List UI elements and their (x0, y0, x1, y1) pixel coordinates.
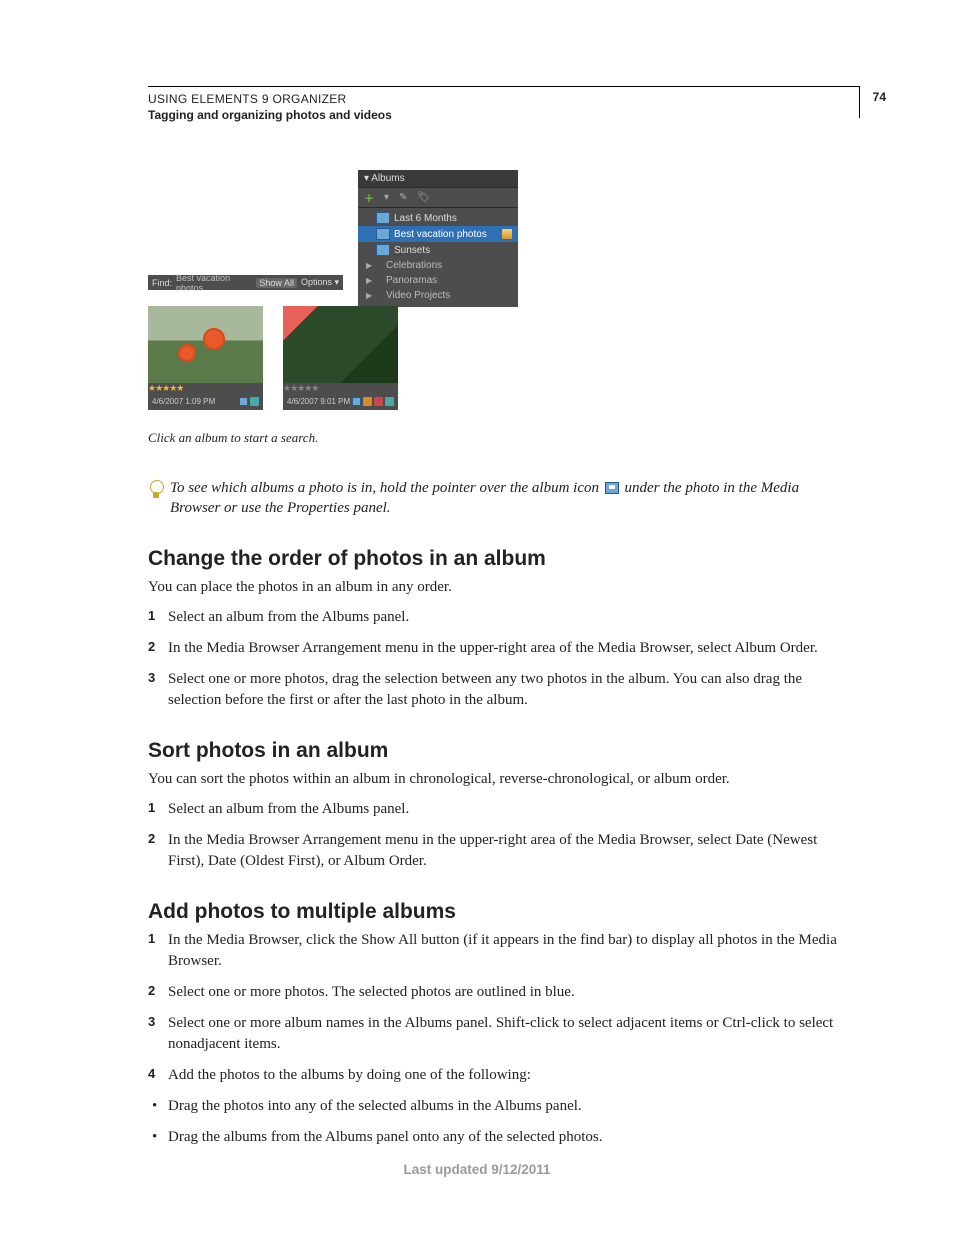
album-item: ▶ Panoramas (358, 273, 518, 288)
find-value: Best vacation photos (176, 273, 252, 293)
chevron-right-icon: ▶ (366, 276, 372, 285)
bullet-list: Drag the photos into any of the selected… (148, 1096, 850, 1148)
album-label: Last 6 Months (394, 213, 457, 224)
thumbnail: ★★★★★ 4/6/2007 1:09 PM (148, 306, 263, 410)
step: In the Media Browser Arrangement menu in… (148, 638, 850, 659)
section-heading: Change the order of photos in an album (148, 547, 850, 571)
step: In the Media Browser, click the Show All… (148, 930, 850, 972)
albums-panel: ▾ Albums ＋ ▾ ✎ 🏷 Last 6 Months Best vaca… (358, 170, 518, 307)
album-item: Last 6 Months (358, 210, 518, 226)
tip: To see which albums a photo is in, hold … (148, 478, 850, 519)
bullet: Drag the photos into any of the selected… (148, 1096, 850, 1117)
album-item: Sunsets (358, 242, 518, 258)
thumbnail-date: 4/6/2007 1:09 PM (152, 397, 215, 406)
album-icon (376, 244, 390, 256)
albums-toolbar: ＋ ▾ ✎ 🏷 (358, 188, 518, 208)
chevron-right-icon: ▶ (366, 261, 372, 270)
chevron-right-icon: ▶ (366, 291, 372, 300)
header-title: USING ELEMENTS 9 ORGANIZER (148, 92, 850, 106)
album-label: Panoramas (386, 275, 437, 286)
step: Select an album from the Albums panel. (148, 607, 850, 628)
album-label: Best vacation photos (394, 229, 487, 240)
album-icon (376, 212, 390, 224)
figure: ▾ Albums ＋ ▾ ✎ 🏷 Last 6 Months Best vaca… (148, 170, 518, 446)
albums-panel-head: ▾ Albums (358, 170, 518, 188)
tag-icon (250, 397, 259, 406)
step: Add the photos to the albums by doing on… (148, 1065, 850, 1086)
steps-list: Select an album from the Albums panel. I… (148, 799, 850, 872)
section-heading: Sort photos in an album (148, 739, 850, 763)
albums-list: Last 6 Months Best vacation photos Sunse… (358, 208, 518, 307)
thumbnail-date: 4/6/2007 9:01 PM (287, 397, 350, 406)
lightbulb-icon (148, 480, 164, 502)
thumbnail: ★★★★★ 4/6/2007 9:01 PM (283, 306, 398, 410)
rating-stars: ★★★★★ (283, 383, 398, 394)
edit-icon: ▾ (384, 192, 389, 203)
thumbnail-image (148, 306, 263, 383)
album-icon (352, 397, 361, 406)
figure-caption: Click an album to start a search. (148, 430, 518, 446)
album-icon (605, 482, 619, 494)
header-vert-rule (859, 86, 860, 118)
tag-icon (374, 397, 383, 406)
album-label: Celebrations (386, 260, 442, 271)
section-heading: Add photos to multiple albums (148, 900, 850, 924)
page-footer: Last updated 9/12/2011 (0, 1162, 954, 1177)
tag-icon (363, 397, 372, 406)
figure-image: ▾ Albums ＋ ▾ ✎ 🏷 Last 6 Months Best vaca… (148, 170, 518, 420)
tag-icon (385, 397, 394, 406)
album-icon (376, 228, 390, 240)
album-item: ▶ Video Projects (358, 288, 518, 303)
tip-text-before: To see which albums a photo is in, hold … (170, 480, 603, 496)
tip-text: To see which albums a photo is in, hold … (170, 478, 850, 519)
header-rule (148, 86, 860, 87)
steps-list: In the Media Browser, click the Show All… (148, 930, 850, 1086)
album-icon (239, 397, 248, 406)
album-label: Video Projects (386, 290, 450, 301)
album-label: Sunsets (394, 245, 430, 256)
album-item: ▶ Celebrations (358, 258, 518, 273)
step: Select one or more album names in the Al… (148, 1013, 850, 1055)
thumbnail-tags (239, 397, 259, 406)
section-intro: You can place the photos in an album in … (148, 577, 850, 597)
step: Select one or more photos. The selected … (148, 982, 850, 1003)
step: Select one or more photos, drag the sele… (148, 669, 850, 711)
find-label: Find: (152, 278, 172, 288)
thumbs-row: ★★★★★ 4/6/2007 1:09 PM ★★★★★ 4/6/2007 9:… (148, 306, 398, 410)
header-subtitle: Tagging and organizing photos and videos (148, 108, 850, 122)
step: In the Media Browser Arrangement menu in… (148, 830, 850, 872)
show-all-button: Show All (256, 278, 297, 288)
tag-icon: 🏷 (417, 192, 430, 203)
options-menu: Options ▾ (301, 277, 339, 288)
page: 74 USING ELEMENTS 9 ORGANIZER Tagging an… (0, 0, 954, 1235)
thumbnail-image (283, 306, 398, 383)
bullet: Drag the albums from the Albums panel on… (148, 1127, 850, 1148)
page-number: 74 (873, 90, 886, 104)
add-icon: ＋ (364, 190, 374, 205)
find-bar: Find: Best vacation photos Show All Opti… (148, 275, 343, 290)
thumbnail-tags (352, 397, 394, 406)
share-icon (502, 229, 512, 239)
albums-title: Albums (371, 173, 404, 184)
steps-list: Select an album from the Albums panel. I… (148, 607, 850, 711)
album-item: Best vacation photos (358, 226, 518, 242)
rating-stars: ★★★★★ (148, 383, 263, 394)
step: Select an album from the Albums panel. (148, 799, 850, 820)
section-intro: You can sort the photos within an album … (148, 769, 850, 789)
pencil-icon: ✎ (399, 192, 407, 203)
